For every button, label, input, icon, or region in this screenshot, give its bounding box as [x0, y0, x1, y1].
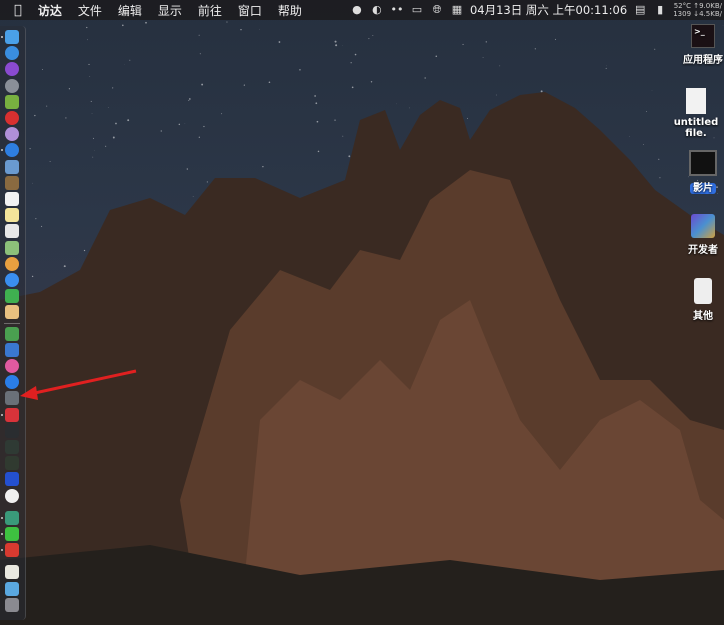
red-arrow-annotation [20, 369, 137, 400]
